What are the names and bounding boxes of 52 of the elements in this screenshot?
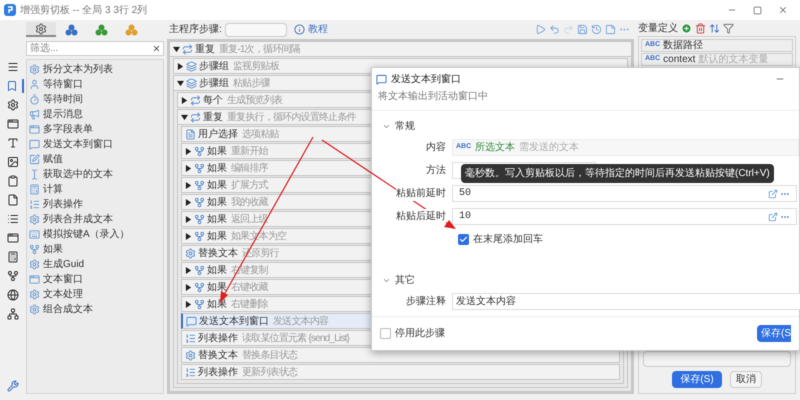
step-title: 如果 xyxy=(207,212,227,226)
field-value: 10 xyxy=(459,210,472,224)
dialog-title: 发送文本到窗口 xyxy=(391,72,461,86)
step-title: 如果 xyxy=(207,162,227,176)
step-title: 替换文本 xyxy=(198,348,238,362)
tooltip: 毫秒数。写入剪贴板以后，等待指定的时间后再发送粘贴按键(Ctrl+V) xyxy=(461,164,774,183)
field-label: 粘贴前延时 xyxy=(396,186,446,201)
panel-title: 变量定义 xyxy=(638,22,678,36)
step-title: 如果 xyxy=(207,264,227,278)
toolbar-label: 主程序步骤: xyxy=(169,22,222,37)
field-value: 50 xyxy=(459,187,472,201)
step-description: 替换条目状态 xyxy=(242,348,298,362)
checkbox-label: 停用此步骤 xyxy=(395,326,445,341)
step-description: 右键删除 xyxy=(231,298,268,312)
step-title: 列表操作 xyxy=(198,332,238,346)
field-label: 步骤注释 xyxy=(406,294,446,309)
step-description: 生成预览列表 xyxy=(227,94,282,108)
step-title: 步骤组 xyxy=(199,60,229,74)
step-title: 如果 xyxy=(207,178,227,192)
step-title: 如果 xyxy=(207,196,227,210)
step-description: 编辑排序 xyxy=(231,162,268,176)
step-description: 我的收藏 xyxy=(231,196,268,210)
variable-name: 数据路径 xyxy=(663,40,704,51)
step-title: 用户选择 xyxy=(198,128,238,142)
step-title: 如果 xyxy=(207,280,227,294)
step-description: 读取某位置元素 {send_List} xyxy=(242,332,350,346)
step-description: 右键收藏 xyxy=(231,280,268,294)
step-description: 重新开始 xyxy=(231,144,268,158)
step-title: 重复 xyxy=(195,42,215,56)
step-description: 发送文本内容 xyxy=(273,314,328,328)
step-description: 选项粘贴 xyxy=(242,128,279,142)
checkbox-label: 在末尾添加回车 xyxy=(473,232,543,246)
step-title: 重复 xyxy=(203,110,223,124)
step-title: 发送文本到窗口 xyxy=(199,314,269,328)
step-title: 每个 xyxy=(203,94,223,108)
step-description: 重复-1次，循环间隔 xyxy=(219,42,300,56)
step-title: 替换文本 xyxy=(198,246,238,260)
variable-description: 需发送的文本 xyxy=(519,140,580,155)
step-title: 步骤组 xyxy=(199,76,229,90)
step-title: 如果 xyxy=(207,230,227,244)
variable-name: 所选文本 xyxy=(475,140,516,155)
step-description: 粘贴步骤 xyxy=(233,76,270,90)
step-description: 更新列表状态 xyxy=(242,366,298,380)
step-description: 重复执行，循环内设置终止条件 xyxy=(227,110,356,124)
step-description: 监视剪贴板 xyxy=(233,60,280,74)
step-title: 列表操作 xyxy=(198,366,238,380)
window-title: 增强剪切板 -- 全局 3 3行 2列 xyxy=(20,4,148,18)
field-label: 粘贴后延时 xyxy=(396,209,446,224)
step-title: 如果 xyxy=(207,144,227,158)
variable-name: context xyxy=(663,54,696,65)
step-description: 扩展方式 xyxy=(231,178,268,192)
field-value: 发送文本内容 xyxy=(456,294,516,309)
